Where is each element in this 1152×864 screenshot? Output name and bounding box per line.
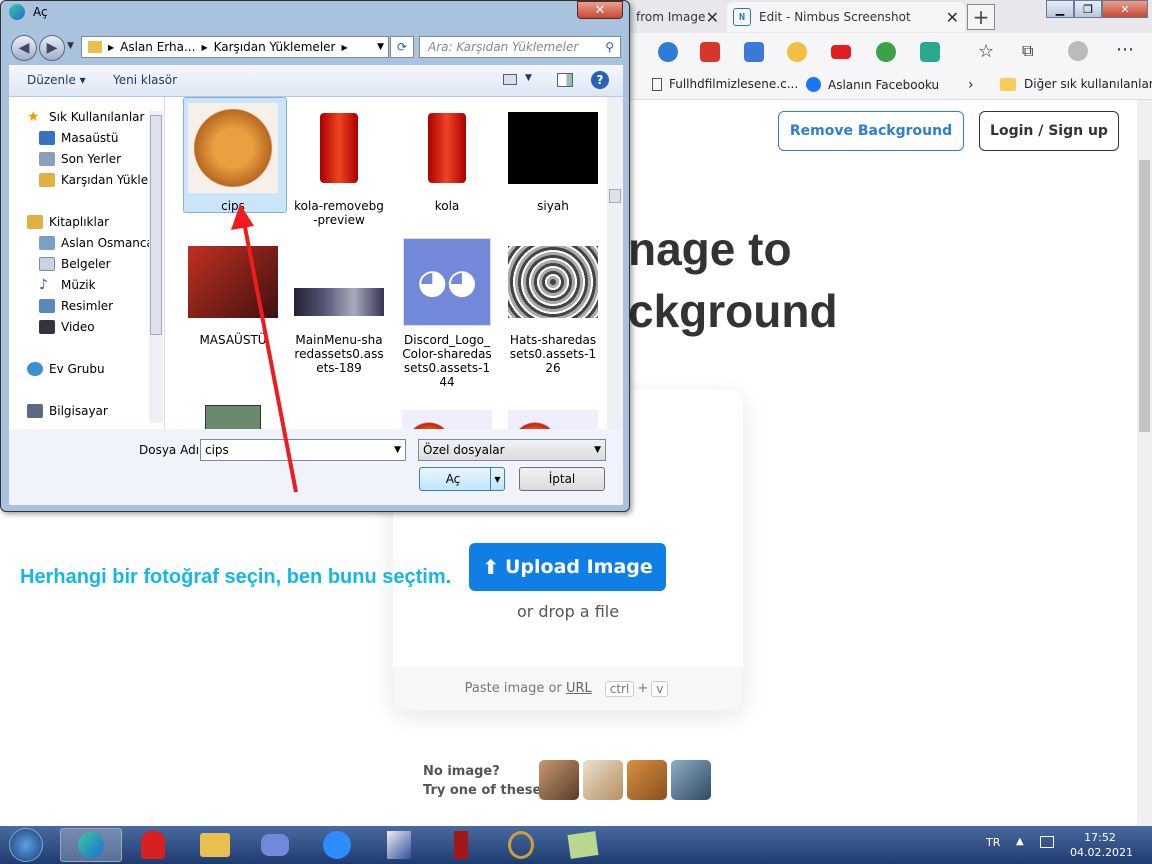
game-icon	[454, 831, 468, 859]
taskbar-notes[interactable]	[552, 828, 614, 862]
network-icon[interactable]	[1040, 836, 1054, 848]
start-button[interactable]	[0, 828, 52, 862]
taskbar-explorer[interactable]	[184, 828, 246, 862]
clock[interactable]: 17:52 04.02.2021	[1070, 830, 1133, 860]
taskbar-game[interactable]	[430, 828, 492, 862]
among-us-icon	[141, 831, 165, 859]
app-icon	[387, 831, 411, 859]
league-icon	[508, 831, 534, 859]
tray-chevron-icon[interactable]: ▲	[1016, 836, 1024, 847]
language-indicator[interactable]: TR	[986, 836, 1000, 849]
zoom-icon	[323, 831, 351, 859]
folder-icon	[200, 833, 230, 857]
clock-time: 17:52	[1084, 831, 1116, 844]
taskbar-app[interactable]	[368, 828, 430, 862]
taskbar: TR ▲ 17:52 04.02.2021	[0, 826, 1152, 864]
annotation-arrow	[231, 204, 298, 493]
discord-icon	[261, 834, 289, 856]
taskbar-league[interactable]	[490, 828, 552, 862]
taskbar-zoom[interactable]	[306, 828, 368, 862]
arrow-head	[231, 204, 254, 230]
arrow-shaft	[242, 221, 298, 493]
taskbar-among-us[interactable]	[122, 828, 184, 862]
taskbar-discord[interactable]	[244, 828, 306, 862]
taskbar-edge[interactable]	[60, 828, 122, 862]
clock-date: 04.02.2021	[1070, 846, 1133, 859]
edge-icon	[78, 832, 104, 858]
notes-icon	[567, 831, 599, 859]
